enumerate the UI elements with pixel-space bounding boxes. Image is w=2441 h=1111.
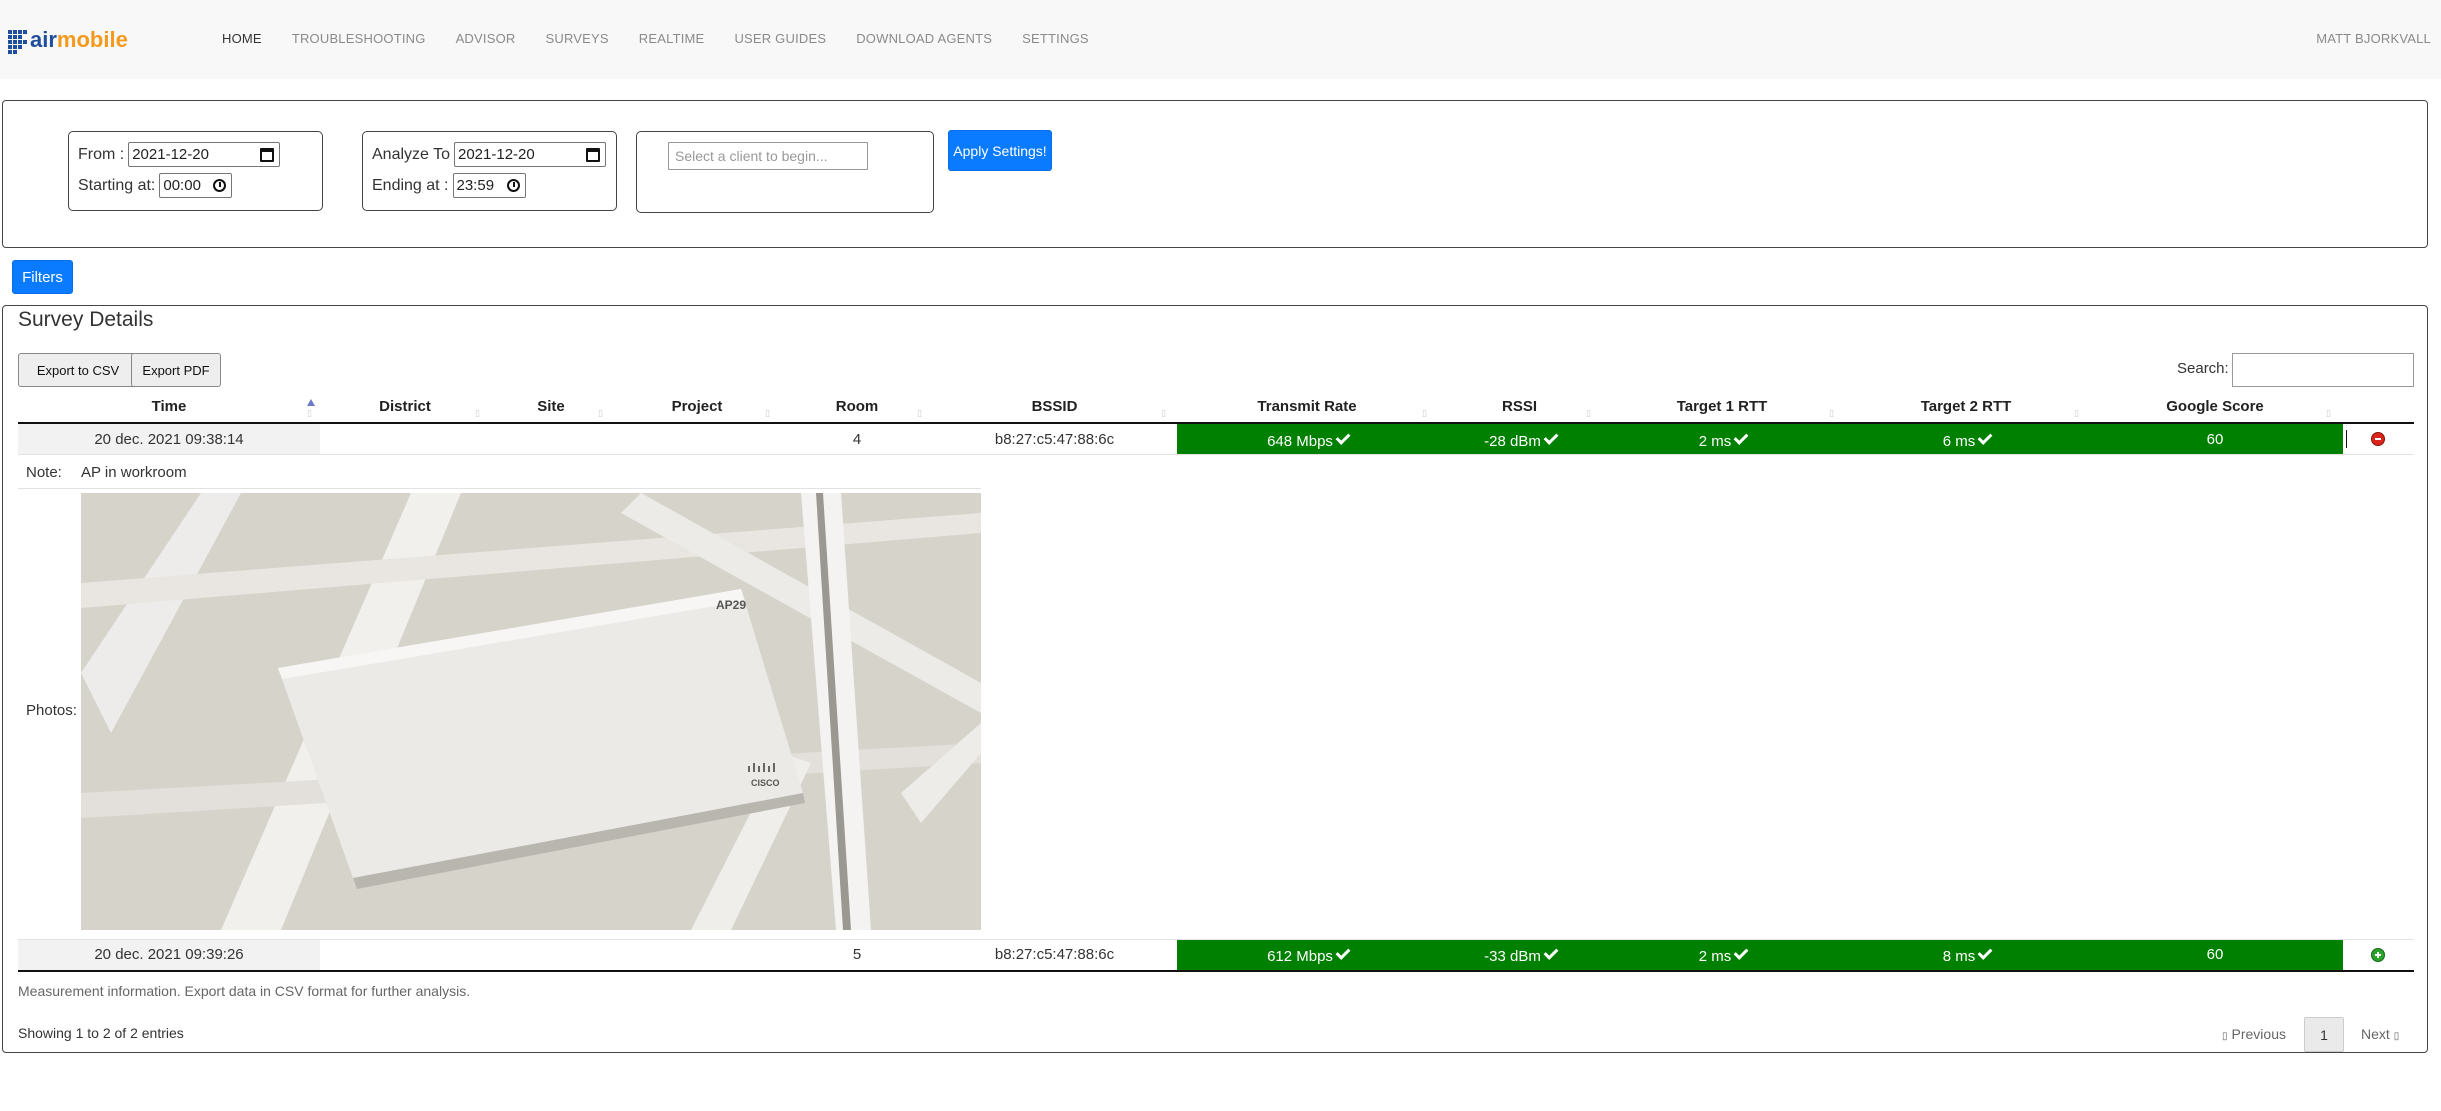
survey-title: Survey Details [18,308,154,331]
row1-google: 60 [2206,431,2224,448]
col-room[interactable]: Room [782,398,932,415]
note-value: AP in workroom [81,464,187,481]
nav-troubleshooting[interactable]: TROUBLESHOOTING [292,31,426,46]
from-label: From : [78,145,125,163]
check-icon [1977,430,1993,445]
row1-transmit: 648 Mbps [1177,430,1437,450]
row1-rssi: -28 dBm [1437,430,1602,450]
start-time-input[interactable]: 00:00 [159,173,233,198]
airmobile-logo[interactable]: airmobile [8,24,176,56]
clock-icon[interactable] [506,179,520,192]
top-navbar: airmobile HOME TROUBLESHOOTING ADVISOR S… [0,0,2441,79]
check-icon [1543,430,1559,445]
sort-icon[interactable]: ▯ [307,408,312,419]
row2-target2: 8 ms [1842,945,2090,965]
main-nav: HOME TROUBLESHOOTING ADVISOR SURVEYS REA… [222,31,1119,46]
client-select-input[interactable]: Select a client to begin... [668,142,868,170]
sort-icon[interactable]: ▯ [2326,408,2331,419]
nav-realtime[interactable]: REALTIME [639,31,705,46]
collapse-row-icon[interactable] [2371,432,2385,446]
entries-info: Showing 1 to 2 of 2 entries [18,1025,184,1041]
search-input[interactable] [2232,353,2414,387]
col-target2-rtt[interactable]: Target 2 RTT [1842,398,2090,415]
sort-icon[interactable]: ▯ [1161,408,1166,419]
col-target1-rtt[interactable]: Target 1 RTT [1602,398,1842,415]
col-time[interactable]: Time [18,398,320,415]
col-project[interactable]: Project [612,398,782,415]
check-icon [1977,945,1993,960]
sort-icon[interactable]: ▯ [917,408,922,419]
sort-icon[interactable]: ▯ [598,408,603,419]
table-bottom-border [18,970,2414,972]
col-district[interactable]: District [320,398,490,415]
analyze-label: Analyze To [372,145,450,163]
sort-icon[interactable]: ▯ [1586,408,1591,419]
nav-surveys[interactable]: SURVEYS [545,31,608,46]
calendar-icon[interactable] [585,147,600,162]
calendar-icon[interactable] [260,147,275,162]
ap-brand: CISCO [751,778,780,788]
pager-page-1[interactable]: 1 [2304,1017,2344,1052]
nav-user-guides[interactable]: USER GUIDES [734,31,826,46]
col-bssid[interactable]: BSSID [932,398,1177,415]
photos-label: Photos: [26,702,77,719]
col-rssi[interactable]: RSSI [1437,398,1602,415]
end-time-input[interactable]: 23:59 [452,173,526,198]
nav-download-agents[interactable]: DOWNLOAD AGENTS [856,31,992,46]
row2-time: 20 dec. 2021 09:39:26 [94,946,244,963]
clock-icon[interactable] [213,179,227,192]
pager-previous[interactable]: ▯ Previous [2222,1026,2286,1042]
sort-icon[interactable]: ▯ [1422,408,1427,419]
check-icon [1335,430,1351,445]
sort-icon[interactable]: ▯ [2074,408,2079,419]
col-google-score[interactable]: Google Score [2090,398,2340,415]
export-pdf-button[interactable]: Export PDF [131,353,221,387]
ending-label: Ending at : [372,176,449,194]
check-icon [1335,945,1351,960]
nav-advisor[interactable]: ADVISOR [456,31,516,46]
starting-label: Starting at: [78,176,156,194]
check-icon [1733,945,1749,960]
sort-icon[interactable]: ▯ [475,408,480,419]
row1-target1: 2 ms [1602,430,1842,450]
row2-google: 60 [2206,946,2224,963]
ap-marking: AP29 [716,598,746,612]
user-menu[interactable]: MATT BJORKVALL [2316,31,2431,46]
nav-home[interactable]: HOME [222,31,262,46]
check-icon [1543,945,1559,960]
nav-settings[interactable]: SETTINGS [1022,31,1089,46]
row1-room: 4 [852,431,862,448]
filters-button[interactable]: Filters [12,260,73,294]
analyze-date-input[interactable]: 2021-12-20 [453,142,606,167]
col-transmit-rate[interactable]: Transmit Rate [1177,398,1437,415]
row2-rssi: -33 dBm [1437,945,1602,965]
row2-transmit: 612 Mbps [1177,945,1437,965]
ap-photo[interactable]: AP29 CISCO [81,493,981,930]
note-label: Note: [26,464,62,481]
sort-icon[interactable]: ▯ [1829,408,1834,419]
export-csv-button[interactable]: Export to CSV [18,353,138,387]
row2-bssid: b8:27:c5:47:88:6c [994,946,1115,963]
col-site[interactable]: Site [490,398,612,415]
expand-row-icon[interactable] [2371,948,2385,962]
logo-text: airmobile [30,27,128,52]
from-date-input[interactable]: 2021-12-20 [128,142,281,167]
apply-settings-button[interactable]: Apply Settings! [948,130,1052,171]
row1-time: 20 dec. 2021 09:38:14 [94,431,244,448]
row1-target2: 6 ms [1842,430,2090,450]
measurement-info: Measurement information. Export data in … [18,983,471,999]
row2-room: 5 [852,946,862,963]
row1-bssid: b8:27:c5:47:88:6c [994,431,1115,448]
sort-icon[interactable]: ▯ [765,408,770,419]
row2-target1: 2 ms [1602,945,1842,965]
check-icon [1733,430,1749,445]
sort-asc-icon[interactable] [307,399,315,406]
search-label: Search: [2177,360,2229,377]
pager-next[interactable]: Next ▯ [2361,1026,2399,1042]
